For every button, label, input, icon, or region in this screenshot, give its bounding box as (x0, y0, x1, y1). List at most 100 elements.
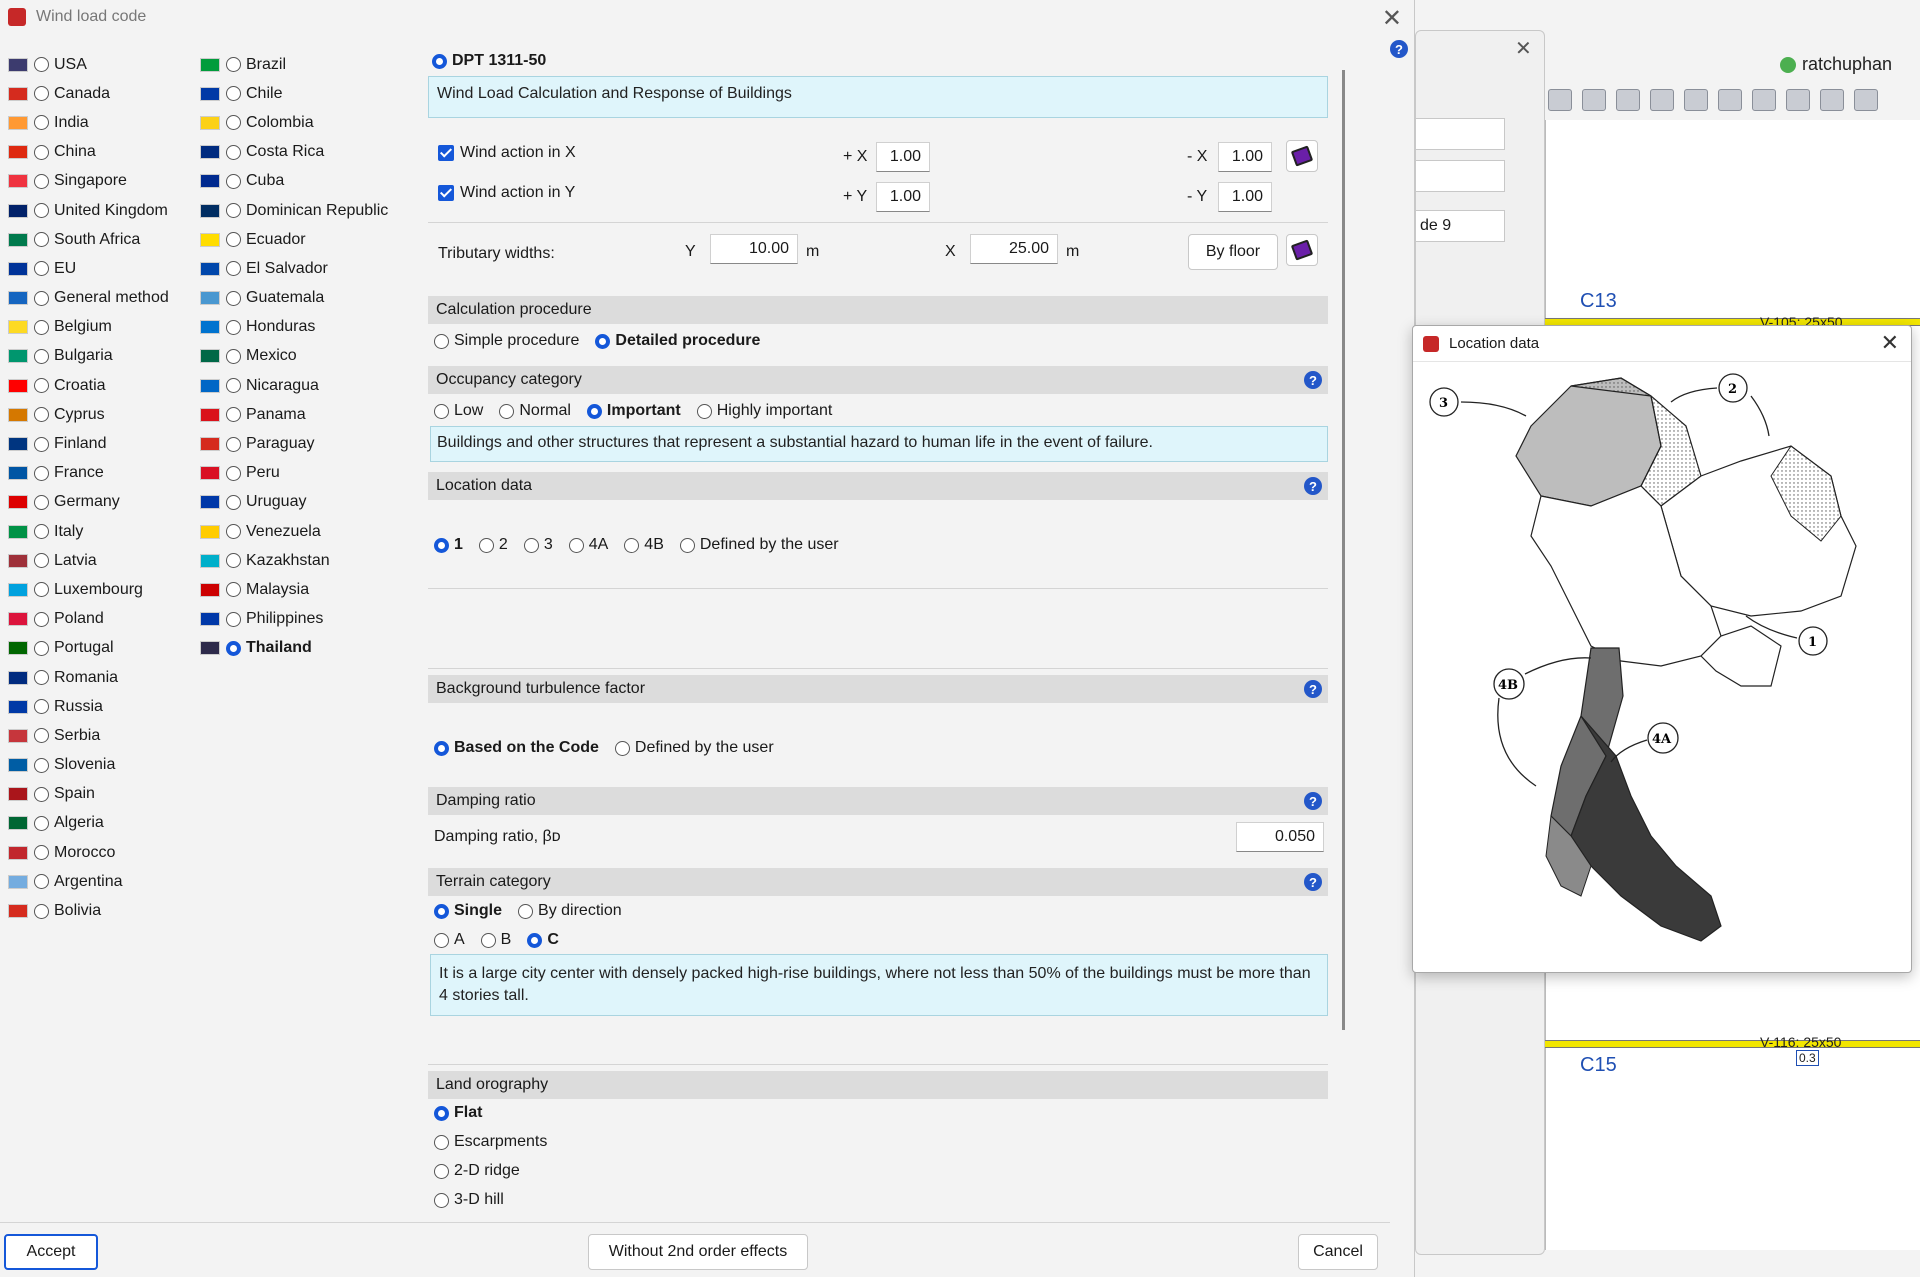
country-option-argentina[interactable]: Argentina (8, 867, 169, 896)
country-radio[interactable] (226, 640, 241, 656)
zone-3-radio[interactable] (523, 537, 539, 553)
terrain-c-option[interactable]: C (527, 931, 559, 949)
country-radio[interactable] (34, 640, 49, 656)
country-radio[interactable] (34, 699, 49, 715)
occupancy-low-option[interactable]: Low (434, 402, 483, 420)
terrain-b-option[interactable]: B (480, 931, 511, 949)
country-radio[interactable] (226, 290, 241, 306)
occupancy-highly-radio[interactable] (696, 403, 712, 419)
country-option-luxembourg[interactable]: Luxembourg (8, 575, 169, 604)
country-option-india[interactable]: India (8, 108, 169, 137)
country-radio[interactable] (34, 407, 49, 423)
country-radio[interactable] (34, 115, 49, 131)
country-radio[interactable] (34, 757, 49, 773)
zone-user-radio[interactable] (679, 537, 695, 553)
country-option-singapore[interactable]: Singapore (8, 167, 169, 196)
country-radio[interactable] (34, 903, 49, 919)
country-radio[interactable] (226, 57, 241, 73)
wind-y-checkbox[interactable] (438, 185, 454, 201)
country-option-spain[interactable]: Spain (8, 780, 169, 809)
country-option-portugal[interactable]: Portugal (8, 634, 169, 663)
zone-3-option[interactable]: 3 (523, 536, 553, 554)
country-radio[interactable] (226, 173, 241, 189)
orography-ridge-radio[interactable] (434, 1163, 449, 1179)
tool-icon[interactable] (1582, 89, 1606, 111)
orography-flat-radio[interactable] (434, 1105, 449, 1121)
country-option-romania[interactable]: Romania (8, 663, 169, 692)
country-option-croatia[interactable]: Croatia (8, 371, 169, 400)
wind-x-checkbox-row[interactable]: Wind action in X (438, 144, 576, 162)
country-radio[interactable] (34, 203, 49, 219)
country-option-germany[interactable]: Germany (8, 488, 169, 517)
country-radio[interactable] (34, 144, 49, 160)
country-radio[interactable] (34, 845, 49, 861)
zone-4b-option[interactable]: 4B (624, 536, 664, 554)
tool-icon[interactable] (1718, 89, 1742, 111)
tool-icon[interactable] (1786, 89, 1810, 111)
background-field-2[interactable] (1415, 160, 1505, 192)
country-option-malaysia[interactable]: Malaysia (200, 575, 388, 604)
country-radio[interactable] (34, 786, 49, 802)
country-radio[interactable] (34, 173, 49, 189)
country-radio[interactable] (226, 348, 241, 364)
wind-y-checkbox-row[interactable]: Wind action in Y (438, 184, 575, 202)
country-radio[interactable] (226, 465, 241, 481)
country-option-mexico[interactable]: Mexico (200, 342, 388, 371)
country-option-algeria[interactable]: Algeria (8, 809, 169, 838)
country-radio[interactable] (34, 874, 49, 890)
occupancy-normal-option[interactable]: Normal (499, 402, 571, 420)
zone-user-option[interactable]: Defined by the user (679, 536, 839, 554)
country-option-italy[interactable]: Italy (8, 517, 169, 546)
close-icon[interactable]: ✕ (1382, 4, 1402, 33)
turbulence-user-option[interactable]: Defined by the user (614, 739, 774, 757)
occupancy-highly-option[interactable]: Highly important (696, 402, 832, 420)
country-option-peru[interactable]: Peru (200, 459, 388, 488)
country-option-canada[interactable]: Canada (8, 79, 169, 108)
country-option-colombia[interactable]: Colombia (200, 108, 388, 137)
terrain-help-icon[interactable]: ? (1304, 873, 1322, 891)
tool-icon[interactable] (1854, 89, 1878, 111)
country-option-honduras[interactable]: Honduras (200, 313, 388, 342)
country-option-brazil[interactable]: Brazil (200, 50, 388, 79)
country-radio[interactable] (34, 261, 49, 277)
country-option-cyprus[interactable]: Cyprus (8, 400, 169, 429)
country-radio[interactable] (34, 728, 49, 744)
country-option-china[interactable]: China (8, 138, 169, 167)
country-radio[interactable] (226, 261, 241, 277)
plus-x-field[interactable]: 1.00 (876, 142, 930, 172)
country-radio[interactable] (226, 319, 241, 335)
country-option-usa[interactable]: USA (8, 50, 169, 79)
plus-y-field[interactable]: 1.00 (876, 182, 930, 212)
dialog-help-icon[interactable]: ? (1390, 40, 1408, 59)
terrain-c-radio[interactable] (527, 932, 543, 948)
location-help-icon[interactable]: ? (1304, 477, 1322, 495)
code-radio[interactable] (432, 53, 447, 69)
occupancy-low-radio[interactable] (434, 403, 449, 419)
tool-icon[interactable] (1752, 89, 1776, 111)
terrain-single-radio[interactable] (434, 903, 449, 919)
terrain-single-option[interactable]: Single (434, 902, 502, 920)
country-radio[interactable] (34, 319, 49, 335)
turbulence-help-icon[interactable]: ? (1304, 680, 1322, 698)
turbulence-code-radio[interactable] (434, 740, 449, 756)
simple-procedure-radio[interactable] (434, 333, 449, 349)
country-radio[interactable] (34, 465, 49, 481)
panel-scrollbar[interactable] (1342, 70, 1345, 1030)
country-option-serbia[interactable]: Serbia (8, 721, 169, 750)
country-radio[interactable] (34, 582, 49, 598)
country-radio[interactable] (226, 378, 241, 394)
terrain-direction-radio[interactable] (518, 903, 534, 919)
terrain-direction-option[interactable]: By direction (518, 902, 622, 920)
country-option-general-method[interactable]: General method (8, 284, 169, 313)
country-option-slovenia[interactable]: Slovenia (8, 751, 169, 780)
zone-4b-radio[interactable] (624, 537, 640, 553)
country-radio[interactable] (34, 348, 49, 364)
occupancy-important-option[interactable]: Important (586, 402, 681, 420)
country-radio[interactable] (34, 378, 49, 394)
orography-hill-radio[interactable] (434, 1192, 449, 1208)
tributary-book-button[interactable] (1286, 234, 1318, 266)
country-option-finland[interactable]: Finland (8, 429, 169, 458)
tool-icon[interactable] (1650, 89, 1674, 111)
country-option-costa-rica[interactable]: Costa Rica (200, 138, 388, 167)
orography-hill-option[interactable]: 3-D hill (434, 1191, 504, 1209)
